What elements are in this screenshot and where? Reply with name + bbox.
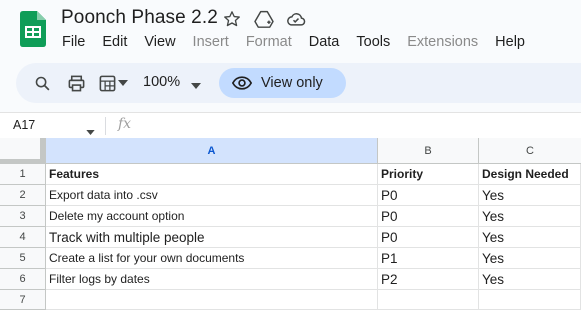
eye-icon [231, 72, 253, 94]
cell-a5[interactable]: Create a list for your own documents [46, 248, 378, 269]
menu-bar: File Edit View Insert Format Data Tools … [62, 34, 542, 50]
column-header-b[interactable]: B [378, 138, 479, 164]
cell-c2[interactable]: Yes [479, 185, 581, 206]
fx-icon: fx [118, 116, 132, 132]
cell-b2[interactable]: P0 [378, 185, 479, 206]
menu-view[interactable]: View [144, 34, 175, 50]
cell-b7[interactable] [378, 290, 479, 310]
cell-a6[interactable]: Filter logs by dates [46, 269, 378, 290]
chevron-down-icon[interactable] [115, 71, 131, 95]
view-only-button[interactable]: View only [219, 68, 346, 98]
menu-file[interactable]: File [62, 34, 85, 50]
cell-a3[interactable]: Delete my account option [46, 206, 378, 227]
cloud-status-icon[interactable] [285, 8, 307, 30]
print-icon[interactable] [64, 71, 88, 95]
divider [105, 117, 106, 135]
spreadsheet-grid: A B C 1 2 3 4 5 6 7 Features Priority De… [0, 138, 581, 310]
title-bar: Poonch Phase 2.2 File Edit View Insert F… [0, 0, 581, 60]
toolbar-area: 100% View only [0, 60, 581, 112]
cell-a4[interactable]: Track with multiple people [46, 227, 378, 248]
cell-c6[interactable]: Yes [479, 269, 581, 290]
view-only-label: View only [261, 75, 323, 91]
menu-format[interactable]: Format [246, 34, 292, 50]
cell-b1[interactable]: Priority [378, 164, 479, 185]
cell-a1[interactable]: Features [46, 164, 378, 185]
star-icon[interactable] [221, 8, 243, 30]
cell-b4[interactable]: P0 [378, 227, 479, 248]
menu-insert[interactable]: Insert [193, 34, 229, 50]
column-header-a[interactable]: A [46, 138, 378, 164]
row-header[interactable]: 2 [0, 185, 46, 206]
row-header[interactable]: 7 [0, 290, 46, 310]
move-to-drive-icon[interactable] [253, 8, 275, 30]
cell-b6[interactable]: P2 [378, 269, 479, 290]
toolbar: 100% View only [16, 63, 581, 103]
menu-help[interactable]: Help [495, 34, 525, 50]
sheets-logo-icon[interactable] [20, 11, 46, 47]
cell-c7[interactable] [479, 290, 581, 310]
search-icon[interactable] [30, 71, 54, 95]
select-all-corner[interactable] [0, 138, 46, 164]
row-header[interactable]: 1 [0, 164, 46, 185]
menu-data[interactable]: Data [309, 34, 340, 50]
cell-c4[interactable]: Yes [479, 227, 581, 248]
zoom-chevron-down-icon[interactable] [191, 76, 201, 94]
row-header[interactable]: 4 [0, 227, 46, 248]
zoom-select[interactable]: 100% [143, 74, 180, 90]
cell-b5[interactable]: P1 [378, 248, 479, 269]
name-box[interactable]: A17 [13, 118, 35, 132]
cell-a7[interactable] [46, 290, 378, 310]
column-header-c[interactable]: C [479, 138, 581, 164]
menu-edit[interactable]: Edit [102, 34, 127, 50]
cell-b3[interactable]: P0 [378, 206, 479, 227]
cell-c5[interactable]: Yes [479, 248, 581, 269]
row-header[interactable]: 3 [0, 206, 46, 227]
row-header[interactable]: 6 [0, 269, 46, 290]
menu-extensions[interactable]: Extensions [407, 34, 478, 50]
cell-a2[interactable]: Export data into .csv [46, 185, 378, 206]
formula-bar: A17 fx [0, 112, 581, 138]
cell-c1[interactable]: Design Needed [479, 164, 581, 185]
menu-tools[interactable]: Tools [356, 34, 390, 50]
document-title[interactable]: Poonch Phase 2.2 [61, 7, 218, 29]
row-header[interactable]: 5 [0, 248, 46, 269]
cell-c3[interactable]: Yes [479, 206, 581, 227]
